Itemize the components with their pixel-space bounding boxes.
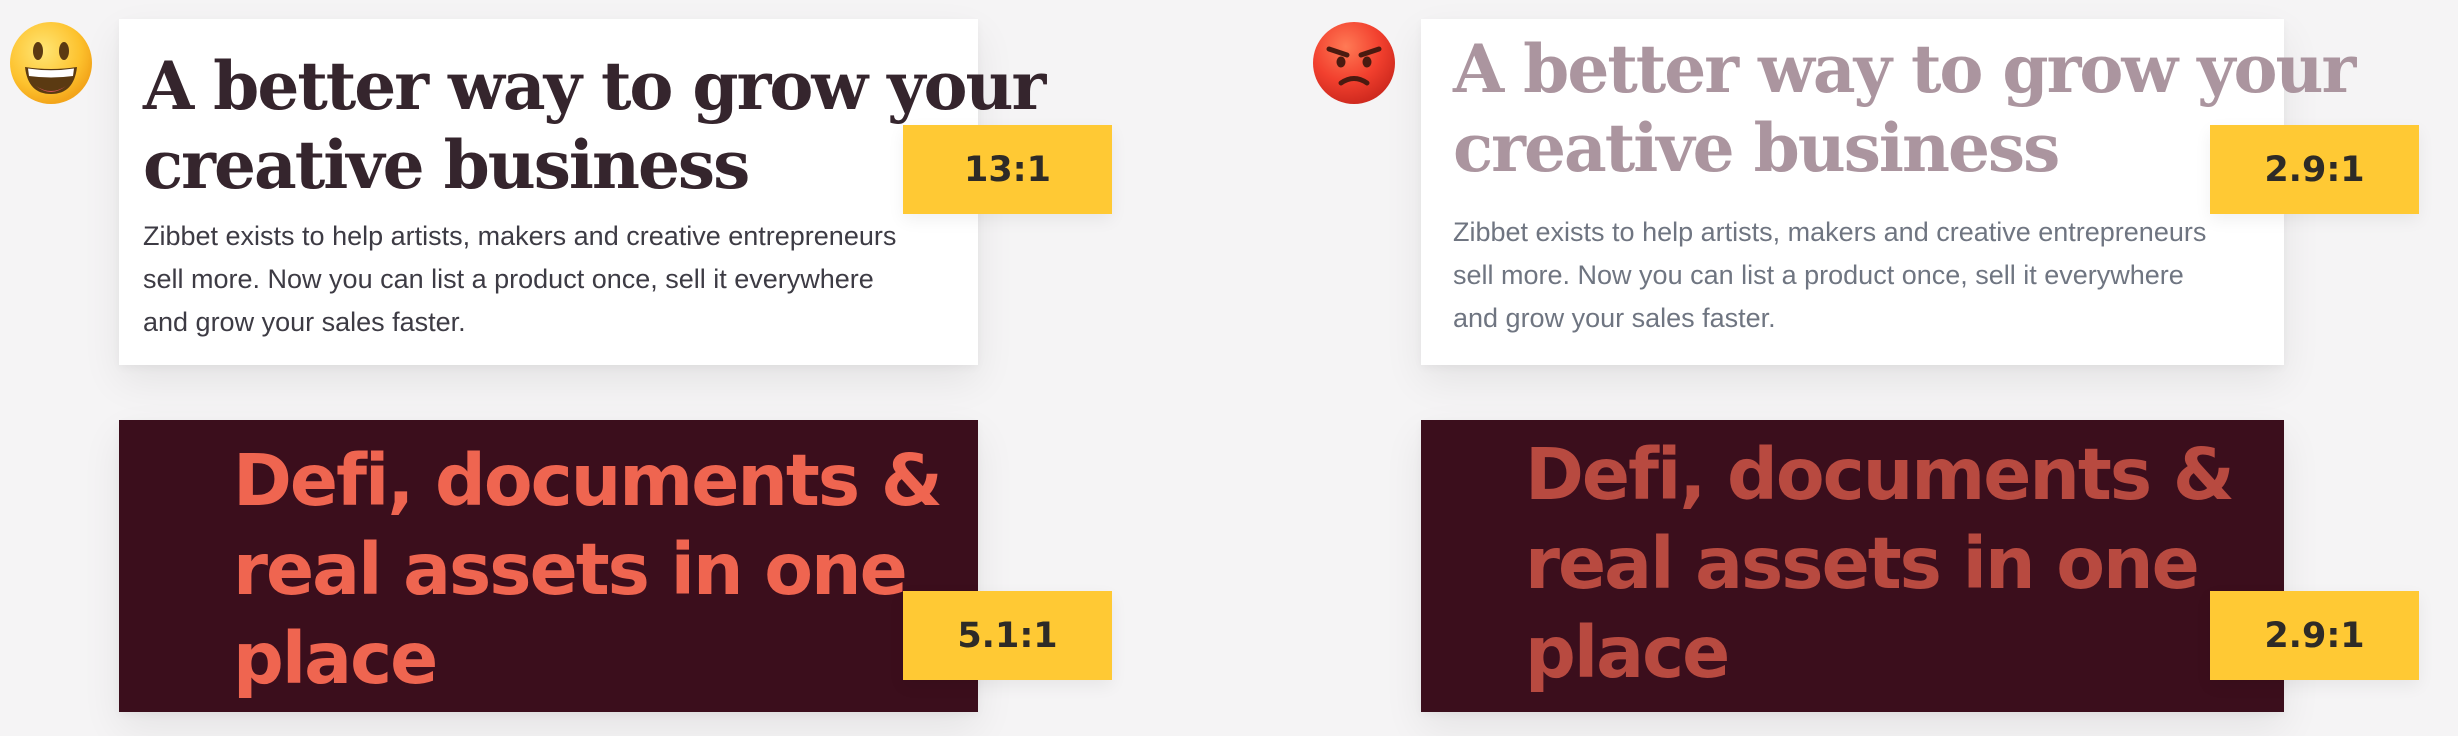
contrast-ratio-badge: 5.1:1: [903, 591, 1112, 680]
body-line-3: and grow your sales faster.: [1453, 303, 1776, 333]
body-line-1: Zibbet exists to help artists, makers an…: [1453, 217, 2207, 247]
contrast-ratio-badge: 2.9:1: [2210, 125, 2419, 214]
body-line-3: and grow your sales faster.: [143, 307, 466, 337]
contrast-ratio-badge: 2.9:1: [2210, 591, 2419, 680]
card-headline: Defi, documents & real assets in one pla…: [1525, 430, 2235, 697]
headline-line-1: A better way to grow your: [1453, 30, 2356, 108]
headline-line-2: real assets in one: [1525, 522, 2200, 605]
contrast-ratio-badge: 13:1: [903, 125, 1112, 214]
light-text-card-good: A better way to grow your creative busin…: [119, 19, 1046, 365]
grinning-face-icon: [8, 20, 94, 106]
headline-line-1: A better way to grow your: [143, 47, 1046, 125]
light-text-card-bad: A better way to grow your creative busin…: [1421, 19, 2356, 365]
body-line-1: Zibbet exists to help artists, makers an…: [143, 221, 897, 251]
body-line-2: sell more. Now you can list a product on…: [143, 264, 874, 294]
headline-line-1: Defi, documents &: [1525, 433, 2235, 516]
angry-face-icon: [1311, 20, 1397, 106]
headline-line-3: place: [1525, 611, 1730, 694]
dark-text-card-good: Defi, documents & real assets in one pla…: [119, 420, 978, 712]
headline-line-2: real assets in one: [233, 528, 908, 611]
headline-line-3: place: [233, 617, 438, 700]
body-line-2: sell more. Now you can list a product on…: [1453, 260, 2184, 290]
card-body-text: Zibbet exists to help artists, makers an…: [143, 215, 896, 344]
headline-line-2: creative business: [143, 126, 750, 204]
dark-text-card-bad: Defi, documents & real assets in one pla…: [1421, 420, 2284, 712]
card-headline: Defi, documents & real assets in one pla…: [233, 436, 943, 703]
headline-line-2: creative business: [1453, 109, 2060, 187]
card-body-text: Zibbet exists to help artists, makers an…: [1453, 211, 2206, 340]
headline-line-1: Defi, documents &: [233, 439, 943, 522]
